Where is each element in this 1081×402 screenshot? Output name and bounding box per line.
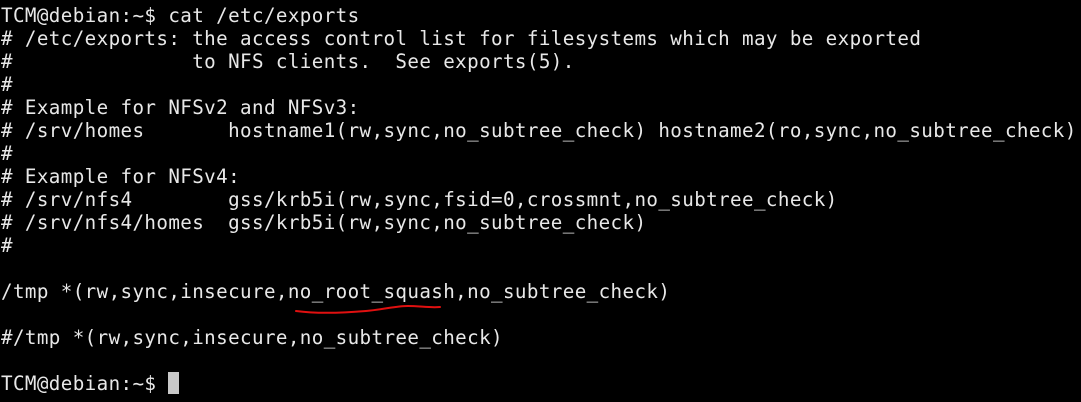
output-line: # /srv/nfs4/homes gss/krb5i(rw,sync,no_s… bbox=[1, 211, 647, 234]
output-line: # bbox=[1, 142, 13, 165]
output-line: # /srv/nfs4 gss/krb5i(rw,sync,fsid=0,cro… bbox=[1, 188, 838, 211]
output-line: # bbox=[1, 234, 13, 257]
terminal-window[interactable]: TCM@debian:~$ cat /etc/exports # /etc/ex… bbox=[0, 0, 1081, 402]
prompt-line[interactable]: TCM@debian:~$ bbox=[1, 372, 1081, 395]
prompt-text: TCM@debian:~$ bbox=[1, 372, 169, 395]
output-line: # Example for NFSv4: bbox=[1, 165, 241, 188]
output-line: # to NFS clients. See exports(5). bbox=[1, 50, 575, 73]
output-line: # Example for NFSv2 and NFSv3: bbox=[1, 96, 360, 119]
output-line: # bbox=[1, 73, 13, 96]
commented-export-line: #/tmp *(rw,sync,insecure,no_subtree_chec… bbox=[1, 326, 503, 349]
command-line: TCM@debian:~$ cat /etc/exports bbox=[1, 4, 360, 27]
export-entry-line: /tmp *(rw,sync,insecure,no_root_squash,n… bbox=[1, 280, 671, 303]
output-line: # /srv/homes hostname1(rw,sync,no_subtre… bbox=[1, 119, 1077, 142]
output-line: # /etc/exports: the access control list … bbox=[1, 27, 922, 50]
terminal-cursor bbox=[168, 372, 180, 394]
